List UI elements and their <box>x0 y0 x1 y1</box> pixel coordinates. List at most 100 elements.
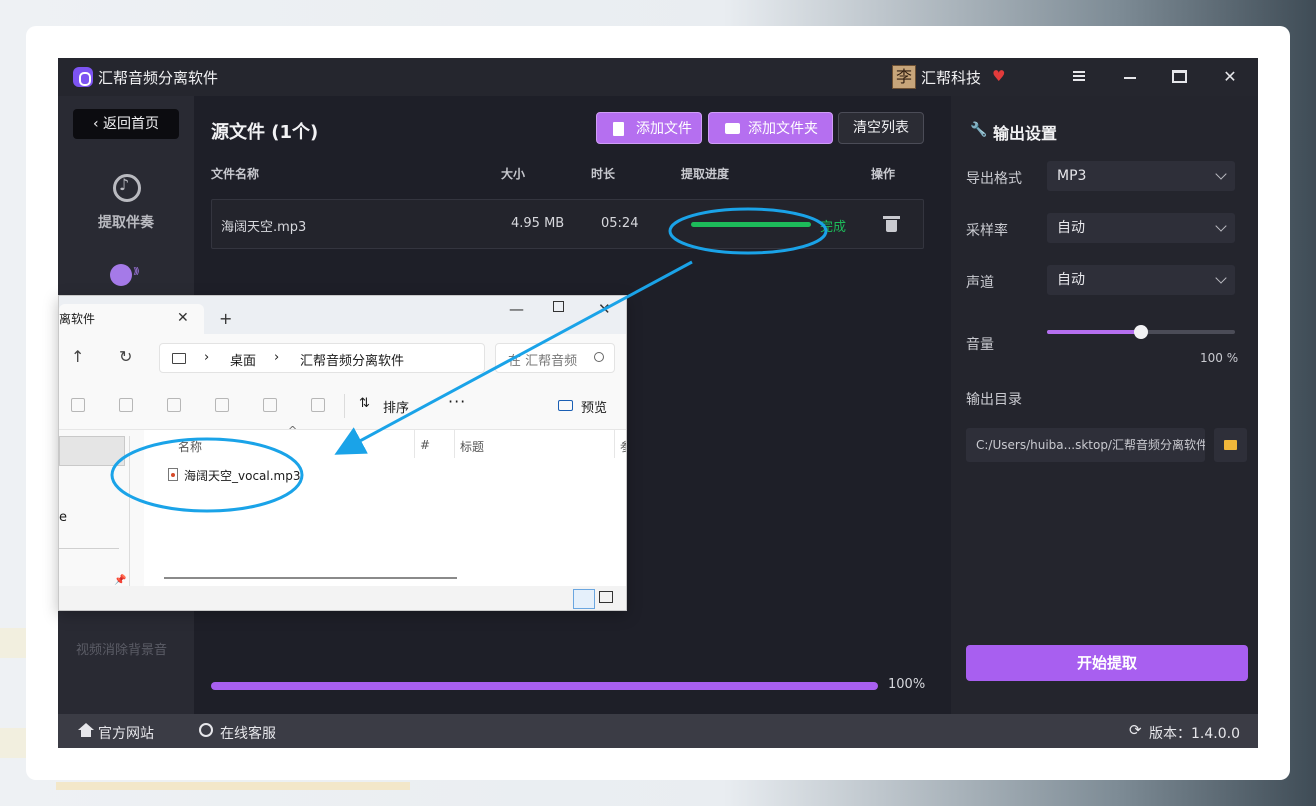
maximize-button[interactable] <box>1158 58 1202 96</box>
explorer-nav-pane: e 📌 <box>59 430 144 610</box>
column-header-name: 文件名称 <box>211 167 260 181</box>
more-options-button[interactable]: ··· <box>448 392 466 411</box>
sort-ascending-icon: ^ <box>288 424 298 437</box>
footer-bar: 官方网站 在线客服 ⟳ 版本：1.4.0.0 <box>58 714 1258 748</box>
online-support-link[interactable]: 在线客服 <box>220 723 276 743</box>
folder-icon[interactable] <box>1214 428 1247 462</box>
nav-pane-item[interactable]: e <box>59 510 67 525</box>
chevron-down-icon <box>1215 220 1227 232</box>
sidebar-item-remove-bg-audio[interactable]: 视频消除背景音 <box>76 639 167 658</box>
column-header-extra[interactable]: 参 <box>620 438 626 455</box>
rename-icon[interactable] <box>215 398 229 412</box>
hamburger-icon <box>1073 71 1085 73</box>
address-bar[interactable]: › 桌面 › 汇帮音频分离软件 <box>159 343 485 373</box>
sample-rate-select[interactable]: 自动 <box>1047 213 1235 243</box>
explorer-close-button[interactable]: ✕ <box>598 300 611 318</box>
volume-slider-knob[interactable] <box>1134 325 1148 339</box>
new-tab-button[interactable]: + <box>219 309 232 328</box>
column-header-size: 大小 <box>501 167 526 181</box>
brand-name[interactable]: 汇帮科技 <box>921 67 981 88</box>
chevron-down-icon <box>1215 272 1227 284</box>
file-explorer-window: 离软件 ✕ + — ✕ ↑ ↻ › 桌面 › 汇帮音频分离软件 在 汇帮音频 ⇅… <box>58 295 627 611</box>
add-folder-button[interactable]: 添加文件夹 <box>708 112 833 144</box>
start-extract-button[interactable]: 开始提取 <box>966 645 1248 681</box>
menu-button[interactable] <box>1057 58 1101 96</box>
back-home-label: 返回首页 <box>103 116 160 132</box>
file-status-cell: 完成 <box>820 220 847 235</box>
trash-icon[interactable] <box>883 216 900 232</box>
customer-service-icon <box>199 723 213 737</box>
column-header-duration: 时长 <box>591 167 616 181</box>
sidebar-item-extract-accompaniment[interactable]: 提取伴奏 <box>58 212 194 232</box>
volume-value: 100 % <box>1200 351 1239 365</box>
add-file-button[interactable]: 添加文件 <box>596 112 702 144</box>
add-folder-label: 添加文件夹 <box>748 121 818 137</box>
format-select[interactable]: MP3 <box>1047 161 1235 191</box>
file-duration-cell: 05:24 <box>601 216 639 231</box>
search-placeholder: 在 汇帮音频 <box>508 354 578 369</box>
music-note-icon[interactable] <box>113 174 141 202</box>
explorer-minimize-button[interactable]: — <box>509 300 524 318</box>
tab-close-icon[interactable]: ✕ <box>177 310 189 326</box>
nav-pane-selected-item[interactable] <box>59 436 125 466</box>
copy-icon[interactable] <box>119 398 133 412</box>
column-divider <box>454 430 455 458</box>
explorer-maximize-button[interactable] <box>553 301 564 312</box>
column-header-title[interactable]: 标题 <box>460 438 484 455</box>
add-file-label: 添加文件 <box>636 121 692 137</box>
volume-slider-fill <box>1047 330 1141 334</box>
close-button[interactable]: ✕ <box>1208 58 1252 96</box>
column-header-name[interactable]: 名称 <box>178 438 202 455</box>
title-bar: 汇帮音频分离软件 李 汇帮科技 ♥ ✕ <box>58 58 1258 96</box>
column-header-number[interactable]: # <box>420 438 430 452</box>
list-item[interactable]: 海阔天空_vocal.mp3 <box>184 467 301 484</box>
share-icon[interactable] <box>263 398 277 412</box>
channel-value: 自动 <box>1057 272 1085 288</box>
source-files-title: 源文件 (1个) <box>211 122 319 143</box>
sort-button[interactable]: 排序 <box>383 397 409 416</box>
format-label: 导出格式 <box>966 171 1022 187</box>
file-progress-bar <box>691 222 811 227</box>
minimize-icon <box>1124 77 1136 79</box>
back-home-button[interactable]: ‹ 返回首页 <box>73 109 179 139</box>
details-view-icon[interactable] <box>573 589 595 609</box>
volume-label: 音量 <box>966 337 994 353</box>
refresh-icon[interactable]: ↻ <box>119 347 132 366</box>
breadcrumb-folder[interactable]: 汇帮音频分离软件 <box>300 350 404 369</box>
minimize-button[interactable] <box>1108 58 1152 96</box>
nav-pane-scrollbar[interactable] <box>129 436 130 606</box>
breadcrumb-separator: › <box>274 350 280 365</box>
delete-icon[interactable] <box>311 398 325 412</box>
chevron-left-icon: ‹ <box>92 116 104 132</box>
column-header-action: 操作 <box>871 167 896 181</box>
preview-button[interactable]: 预览 <box>581 397 607 416</box>
explorer-toolbar: ⇅ 排序 ··· 预览 <box>59 382 626 430</box>
breadcrumb-desktop[interactable]: 桌面 <box>230 350 256 369</box>
tiles-view-icon[interactable] <box>599 591 613 603</box>
output-dir-field[interactable]: C:/Users/huiba...sktop/汇帮音频分离软件 <box>966 428 1205 462</box>
brand-logo: 李 <box>892 65 916 89</box>
version-label[interactable]: 版本：1.4.0.0 <box>1149 723 1240 743</box>
audio-file-icon <box>168 468 178 481</box>
explorer-search-input[interactable]: 在 汇帮音频 <box>495 343 615 373</box>
computer-icon <box>172 353 186 364</box>
background-strip <box>56 782 410 790</box>
explorer-status-bar <box>59 586 626 610</box>
up-arrow-icon[interactable]: ↑ <box>71 347 84 366</box>
paste-icon[interactable] <box>167 398 181 412</box>
vocal-separation-icon[interactable] <box>110 264 138 286</box>
refresh-icon: ⟳ <box>1129 721 1142 739</box>
output-settings-title: 输出设置 <box>993 124 1058 143</box>
website-link[interactable]: 官方网站 <box>98 723 154 743</box>
channel-label: 声道 <box>966 275 994 291</box>
channel-select[interactable]: 自动 <box>1047 265 1235 295</box>
cut-icon[interactable] <box>71 398 85 412</box>
horizontal-scrollbar[interactable] <box>164 577 457 579</box>
nav-pane-divider <box>59 548 119 549</box>
format-value: MP3 <box>1057 168 1087 184</box>
explorer-file-list: ^ 名称 # 标题 参 海阔天空_vocal.mp3 <box>144 424 626 610</box>
breadcrumb-separator: › <box>204 350 210 365</box>
add-folder-icon <box>725 123 740 134</box>
clear-list-button[interactable]: 清空列表 <box>838 112 924 144</box>
chevron-down-icon <box>1215 168 1227 180</box>
